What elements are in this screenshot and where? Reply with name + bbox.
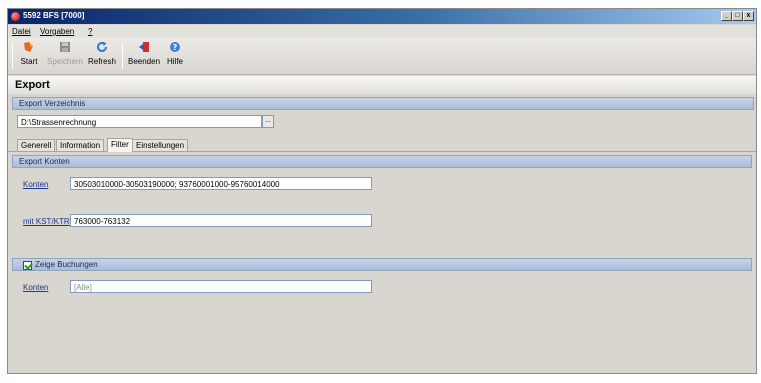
accounts-range-field[interactable]: 30503010000-30503190000; 93760001000-957…: [70, 177, 372, 190]
section-export-directory: Export Verzeichnis: [12, 97, 754, 110]
cost-center-field[interactable]: 763000-763132: [70, 214, 372, 227]
svg-text:?: ?: [173, 43, 178, 52]
main-window: 5592 BFS [7000] _ □ x Datei Vorgaben ? S…: [7, 8, 757, 374]
help-button[interactable]: ? Hilfe: [164, 41, 186, 73]
toolbar-separator: [122, 43, 123, 69]
export-directory-field[interactable]: D:\Strassenrechnung: [17, 115, 262, 128]
refresh-button[interactable]: Refresh: [86, 41, 118, 73]
save-button[interactable]: Speichern: [45, 41, 85, 73]
page-header: Export: [8, 76, 756, 94]
cost-center-link[interactable]: mit KST/KTR: [23, 217, 70, 226]
show-bookings-checkbox[interactable]: [23, 261, 32, 270]
start-button[interactable]: Start: [17, 41, 41, 73]
exit-button[interactable]: Beenden: [127, 41, 161, 73]
bookings-accounts-field[interactable]: [Alle]: [70, 280, 372, 293]
menu-bar: Datei Vorgaben ?: [8, 25, 756, 38]
toolbar: Start Speichern Refresh Beenden ? Hilfe: [8, 38, 756, 75]
tab-filter[interactable]: Filter: [107, 138, 133, 152]
toolbar-separator: [12, 43, 13, 69]
exit-icon: [139, 42, 149, 52]
tab-generell[interactable]: Generell: [17, 139, 56, 151]
minimize-button[interactable]: _: [721, 11, 732, 21]
save-icon: [60, 42, 70, 52]
menu-datei[interactable]: Datei: [12, 27, 31, 36]
tab-information[interactable]: Information: [56, 139, 105, 151]
app-icon: [11, 12, 20, 21]
section-show-bookings: Zeige Buchungen: [12, 258, 752, 271]
window-title: 5592 BFS [7000]: [23, 11, 85, 20]
start-icon: [24, 42, 33, 52]
close-button[interactable]: x: [743, 11, 754, 21]
tab-einstellungen[interactable]: Einstellungen: [132, 139, 189, 151]
title-bar[interactable]: 5592 BFS [7000] _ □ x: [8, 9, 756, 24]
menu-help[interactable]: ?: [88, 27, 92, 36]
maximize-button[interactable]: □: [732, 11, 743, 21]
menu-vorgaben[interactable]: Vorgaben: [40, 27, 74, 36]
refresh-icon: [97, 41, 107, 52]
page-title: Export: [15, 79, 50, 91]
accounts-link[interactable]: Konten: [23, 180, 48, 189]
section-export-accounts: Export Konten: [12, 155, 752, 168]
help-icon: ?: [170, 42, 180, 52]
bookings-accounts-link[interactable]: Konten: [23, 283, 48, 292]
browse-button[interactable]: ...: [262, 115, 274, 128]
